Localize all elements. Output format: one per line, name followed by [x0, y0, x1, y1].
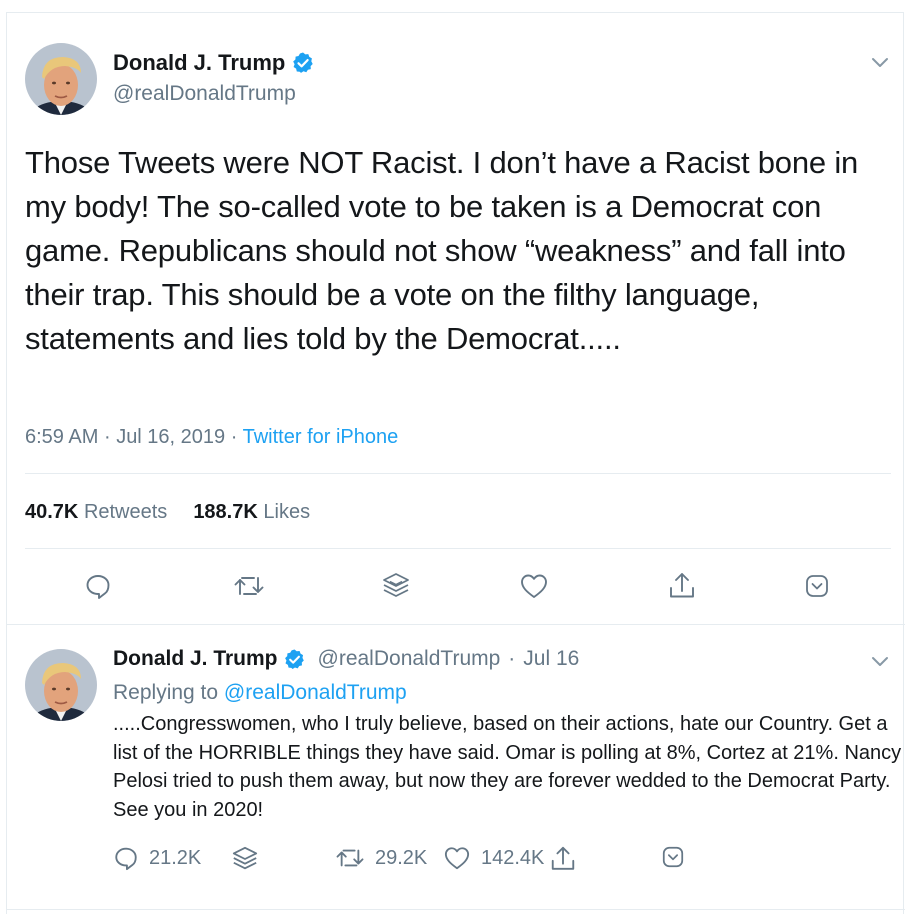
reply-count: 21.2K	[149, 846, 202, 869]
replying-to: Replying to @realDonaldTrump	[113, 681, 407, 705]
share-icon	[551, 846, 575, 870]
stack-button[interactable]	[379, 569, 413, 603]
more-icon	[806, 575, 828, 597]
tweet-time[interactable]: 6:59 AM	[25, 426, 98, 448]
retweet-count: 29.2K	[375, 846, 428, 869]
retweets-label: Retweets	[83, 501, 168, 523]
divider	[7, 909, 905, 910]
share-button[interactable]	[665, 569, 699, 603]
retweet-button[interactable]: 29.2K	[335, 845, 427, 871]
chevron-down-icon[interactable]	[869, 51, 891, 73]
divider	[25, 548, 891, 549]
stack-icon	[383, 573, 409, 597]
tweet-thread: Donald J. Trump @realDonaldTrump Those T…	[6, 12, 905, 914]
more-button[interactable]	[800, 569, 834, 603]
tweet-source-link[interactable]: Twitter for iPhone	[243, 426, 399, 448]
retweets-stat[interactable]: 40.7K Retweets	[25, 501, 167, 523]
main-tweet: Donald J. Trump @realDonaldTrump Those T…	[7, 13, 905, 624]
avatar[interactable]	[25, 43, 97, 115]
avatar[interactable]	[25, 649, 97, 721]
tweet-meta: 6:59 AM · Jul 16, 2019 · Twitter for iPh…	[25, 426, 398, 449]
divider	[7, 624, 905, 625]
reply-icon	[115, 847, 137, 871]
tweet-stats: 40.7K Retweets 188.7K Likes	[25, 501, 310, 524]
more-icon	[662, 846, 684, 868]
share-icon	[670, 573, 694, 598]
like-icon	[521, 574, 547, 598]
replying-handle-link[interactable]: @realDonaldTrump	[224, 681, 407, 704]
like-button[interactable]	[517, 569, 551, 603]
retweet-icon	[234, 577, 264, 595]
more-button[interactable]	[661, 845, 695, 869]
tweet-date[interactable]: Jul 16, 2019	[116, 426, 225, 448]
likes-count: 188.7K	[193, 501, 258, 523]
author-name[interactable]: Donald J. Trump	[113, 50, 285, 76]
tweet-text: .....Congresswomen, who I truly believe,…	[113, 713, 902, 821]
retweets-count: 40.7K	[25, 501, 79, 523]
meta-separator: ·	[230, 426, 238, 448]
author-handle[interactable]: @realDonaldTrump	[113, 82, 296, 106]
retweet-icon	[336, 849, 364, 867]
share-button[interactable]	[549, 845, 587, 873]
tweet-date[interactable]: Jul 16	[523, 647, 579, 671]
replying-prefix: Replying to	[113, 681, 219, 704]
author-handle[interactable]: @realDonaldTrump	[318, 647, 501, 671]
verified-badge-icon	[284, 648, 304, 669]
reply-icon	[86, 575, 110, 599]
meta-separator: ·	[508, 647, 516, 670]
reply-button[interactable]: 21.2K	[113, 845, 201, 871]
retweet-button[interactable]	[232, 569, 266, 603]
like-icon	[444, 847, 470, 870]
meta-separator: ·	[103, 426, 111, 448]
author-name[interactable]: Donald J. Trump	[113, 647, 278, 671]
likes-stat[interactable]: 188.7K Likes	[193, 501, 310, 523]
reply-button[interactable]	[81, 569, 115, 603]
stack-button[interactable]	[231, 845, 269, 873]
like-button[interactable]: 142.4K	[443, 845, 544, 871]
like-count: 142.4K	[481, 846, 545, 869]
divider	[25, 473, 891, 474]
chevron-down-icon[interactable]	[869, 650, 891, 672]
stack-icon	[232, 846, 258, 870]
tweet-text: Those Tweets were NOT Racist. I don’t ha…	[25, 145, 859, 356]
likes-label: Likes	[263, 501, 311, 523]
verified-badge-icon	[293, 52, 314, 73]
